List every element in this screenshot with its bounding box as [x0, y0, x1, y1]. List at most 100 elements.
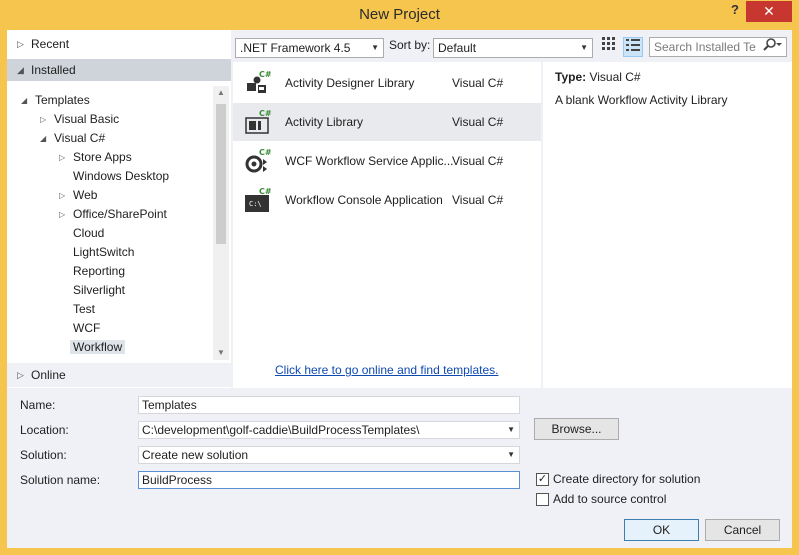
solution-select[interactable]: Create new solution ▼ [138, 446, 520, 464]
description-panel: Type: Visual C# A blank Workflow Activit… [543, 62, 792, 388]
title-bar: New Project ? ✕ [0, 0, 799, 30]
template-language: Visual C# [452, 154, 504, 168]
expand-arrow-icon: ▷ [17, 370, 24, 380]
expand-arrow-icon: ▷ [17, 39, 24, 49]
tree-label: Templates [35, 93, 90, 107]
search-icon[interactable] [761, 38, 783, 56]
cancel-button[interactable]: Cancel [705, 519, 780, 541]
online-label: Online [31, 368, 66, 382]
template-language: Visual C# [452, 115, 504, 129]
tree-label: Cloud [73, 226, 105, 240]
svg-text:C#: C# [259, 148, 271, 157]
tree-item-wcf[interactable]: WCF [73, 319, 100, 338]
browse-button[interactable]: Browse... [534, 418, 619, 440]
framework-value: .NET Framework 4.5 [240, 41, 351, 55]
template-name: Activity Designer Library [285, 76, 415, 90]
tree-item-test[interactable]: Test [73, 300, 95, 319]
tree-item-cloud[interactable]: Cloud [73, 224, 104, 243]
tree-item-reporting[interactable]: Reporting [73, 262, 125, 281]
svg-text:C:\: C:\ [249, 200, 262, 208]
search-input[interactable]: Search Installed Te [649, 37, 787, 57]
expand-arrow-icon: ▷ [59, 191, 66, 200]
recent-label: Recent [31, 37, 70, 51]
create-directory-checkbox[interactable]: ✓ [536, 473, 549, 486]
collapse-arrow-icon: ◢ [17, 65, 24, 75]
dropdown-arrow-icon: ▼ [507, 450, 515, 459]
ok-button[interactable]: OK [624, 519, 699, 541]
expand-arrow-icon: ▷ [40, 115, 47, 124]
tree-label: Office/SharePoint [73, 207, 167, 221]
sort-select[interactable]: Default ▼ [433, 38, 593, 58]
dropdown-arrow-icon[interactable]: ▼ [507, 422, 515, 438]
tree-label: Visual C# [54, 131, 106, 145]
online-node[interactable]: ▷ Online [7, 363, 231, 387]
template-name: WCF Workflow Service Applic... [285, 154, 453, 168]
template-row-wcf-workflow-service[interactable]: C# WCF Workflow Service Applic... Visual… [233, 142, 541, 180]
solution-value: Create new solution [142, 448, 249, 462]
tree-item-windows-desktop[interactable]: Windows Desktop [73, 167, 169, 186]
scroll-thumb[interactable] [216, 104, 226, 244]
tree-label: Windows Desktop [73, 169, 170, 183]
svg-text:C#: C# [259, 70, 271, 79]
tree-item-workflow[interactable]: Workflow [70, 338, 126, 357]
sort-by-label: Sort by: [389, 38, 431, 52]
template-row-activity-library[interactable]: C# Activity Library Visual C# [233, 103, 541, 141]
left-panel: ▷ Recent ◢ Installed ◢ Templates ▷ Visua… [7, 30, 231, 388]
online-templates-link[interactable]: Click here to go online and find templat… [275, 363, 498, 377]
scroll-up-arrow-icon[interactable]: ▲ [213, 86, 229, 100]
tree-item-silverlight[interactable]: Silverlight [73, 281, 125, 300]
wcf-workflow-service-icon: C# [243, 147, 272, 175]
expand-arrow-icon: ▷ [59, 210, 66, 219]
location-label: Location: [20, 423, 69, 437]
search-placeholder: Search Installed Te [654, 40, 756, 54]
tree-label: Reporting [73, 264, 126, 278]
tree-label: Store Apps [73, 150, 132, 164]
tree-label: Test [73, 302, 96, 316]
template-row-workflow-console-application[interactable]: C# C:\ Workflow Console Application Visu… [233, 181, 541, 219]
name-field[interactable]: Templates [138, 396, 520, 414]
solution-name-label: Solution name: [20, 473, 101, 487]
template-name: Activity Library [285, 115, 364, 129]
list-view-icon[interactable] [623, 37, 643, 57]
type-label: Type: [555, 70, 587, 84]
solution-name-field[interactable]: BuildProcess [138, 471, 520, 489]
type-value: Visual C# [589, 70, 641, 84]
solution-name-value: BuildProcess [142, 473, 213, 487]
svg-text:C#: C# [259, 187, 271, 196]
svg-text:C#: C# [259, 109, 271, 118]
source-control-label: Add to source control [553, 492, 667, 506]
tree-label: Workflow [70, 340, 126, 354]
description-text: A blank Workflow Activity Library [555, 93, 728, 107]
name-label: Name: [20, 398, 56, 412]
template-row-activity-designer-library[interactable]: C# Activity Designer Library Visual C# [233, 64, 541, 102]
toolbar: .NET Framework 4.5 ▼ Sort by: Default ▼ [233, 36, 792, 60]
template-language: Visual C# [452, 193, 504, 207]
grid-view-icon[interactable] [599, 37, 619, 57]
framework-select[interactable]: .NET Framework 4.5 ▼ [235, 38, 384, 58]
template-name: Workflow Console Application [285, 193, 443, 207]
solution-label: Solution: [20, 448, 67, 462]
create-directory-label: Create directory for solution [553, 472, 701, 486]
tree-label: Web [73, 188, 98, 202]
template-list: C# Activity Designer Library Visual C# C… [233, 62, 541, 388]
installed-label: Installed [31, 63, 76, 77]
workflow-console-app-icon: C# C:\ [243, 186, 272, 214]
tree-item-lightswitch[interactable]: LightSwitch [73, 243, 134, 262]
collapse-arrow-icon: ◢ [40, 134, 47, 143]
activity-library-icon: C# [243, 108, 272, 136]
window-title: New Project [359, 6, 440, 23]
template-language: Visual C# [452, 76, 504, 90]
recent-node[interactable]: ▷ Recent [7, 33, 231, 55]
installed-node[interactable]: ◢ Installed [7, 59, 231, 81]
description-type: Type: Visual C# [555, 70, 641, 84]
source-control-checkbox[interactable] [536, 493, 549, 506]
scroll-down-arrow-icon[interactable]: ▼ [213, 346, 229, 360]
tree-label: Silverlight [73, 283, 126, 297]
help-button[interactable]: ? [727, 2, 743, 22]
tree-scrollbar[interactable]: ▲ ▼ [213, 86, 229, 360]
tree-label: LightSwitch [73, 245, 135, 259]
activity-designer-library-icon: C# [243, 69, 272, 97]
expand-arrow-icon: ▷ [59, 153, 66, 162]
location-field[interactable]: C:\development\golf-caddie\BuildProcessT… [138, 421, 520, 439]
close-button[interactable]: ✕ [746, 1, 792, 22]
